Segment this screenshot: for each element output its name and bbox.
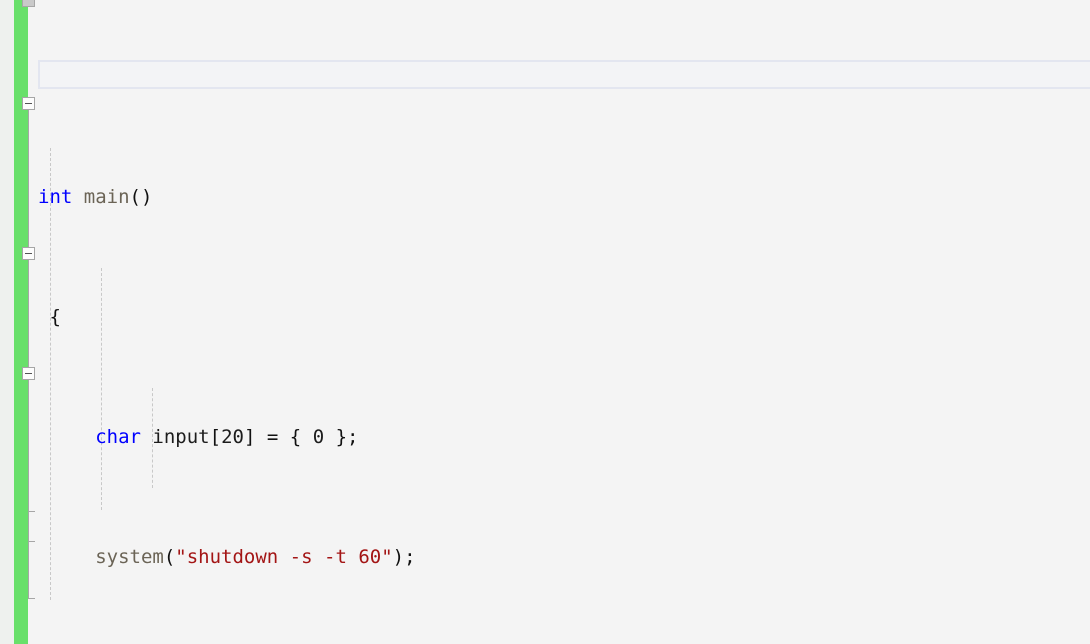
fold-marker-partial-top[interactable] [22,0,35,7]
number-20: 20 [221,426,244,448]
code-line-3[interactable]: char input[20] = { 0 }; [38,422,862,452]
brace-open-main: { [38,306,61,328]
string-shutdown-timer: "shutdown -s -t 60" [175,546,393,568]
fold-marker-while[interactable] [22,247,35,260]
code-editor[interactable]: int main() { char input[20] = { 0 }; sys… [0,0,1090,644]
assign-operator: = [266,426,279,448]
paren-close-semi: ); [392,546,416,568]
code-text-area[interactable]: int main() { char input[20] = { 0 }; sys… [38,92,862,644]
paren-pair: () [129,186,153,208]
fold-line-if [28,380,29,511]
keyword-int: int [38,186,73,208]
fold-line-while [28,260,29,367]
fold-line-while-tail [28,511,29,541]
fold-end-if [28,511,35,512]
function-main: main [83,186,130,208]
function-system-timer: system [95,546,164,568]
brace-init-close-semi: }; [335,426,359,448]
current-line-highlight [38,60,1090,89]
bracket-close: ] [243,426,256,448]
code-line-4[interactable]: system("shutdown -s -t 60"); [38,542,862,572]
number-0-init: 0 [312,426,325,448]
code-line-2[interactable]: { [38,302,862,332]
fold-line-main-tail [28,541,29,598]
fold-end-while [28,541,35,542]
variable-input-decl: input [152,426,210,448]
fold-marker-if[interactable] [22,367,35,380]
editor-left-margin [0,0,14,644]
keyword-char: char [95,426,141,448]
brace-init-open: { [289,426,302,448]
fold-marker-main[interactable] [22,97,35,110]
fold-line-main [28,110,29,253]
paren-open: ( [163,546,176,568]
fold-end-main [28,598,35,599]
code-line-1[interactable]: int main() [38,182,862,212]
bracket-open: [ [209,426,222,448]
